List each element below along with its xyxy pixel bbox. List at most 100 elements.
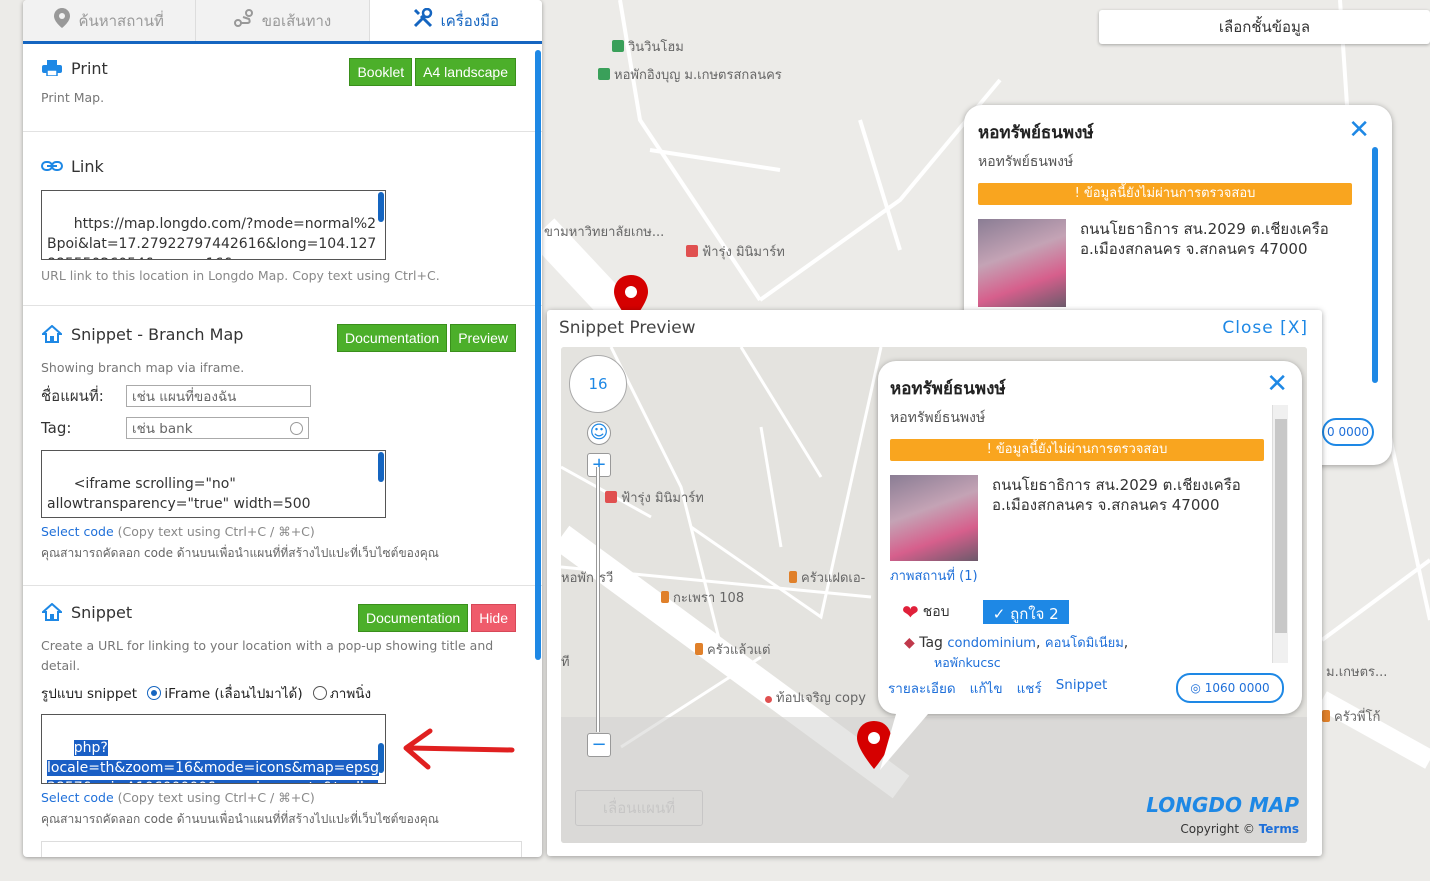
booklet-button[interactable]: Booklet [349,58,413,86]
tools-icon [413,7,433,33]
tab-tools[interactable]: เครื่องมือ [369,0,542,41]
branch-thai-note: คุณสามารถคัดลอก code ด้านบนเพื่อนำแผนที่… [41,546,439,560]
map-label-tophcharoen[interactable]: ท้อปเจริญ copy [765,687,866,708]
link-section: Link https://map.longdo.com/?mode=normal… [23,132,542,306]
place-photo[interactable] [978,219,1066,307]
map-label-kaset2[interactable]: ม.เกษตร... [1326,661,1387,682]
terms-link[interactable]: Terms [1259,822,1299,836]
pin-icon [54,8,71,33]
branch-documentation-button[interactable]: Documentation [337,324,448,352]
place-subtitle: หอทรัพย์ธนพงษ์ [890,410,986,426]
map-label-winwin[interactable]: วินวินโฮม [612,36,684,57]
heart-icon[interactable]: ❤ [902,600,919,624]
red-arrow-annotation [403,728,515,770]
preview-button[interactable]: Preview [450,324,516,352]
hide-button[interactable]: Hide [471,604,516,632]
tag-input[interactable]: เช่น bank [126,417,309,439]
tab-bar: ค้นหาสถานที่ ขอเส้นทาง เครื่องมือ [23,0,542,44]
map-label-kaphrao[interactable]: กะเพรา 108 [661,587,744,608]
link-icon [41,157,63,175]
close-icon[interactable]: ✕ [1348,117,1370,143]
popup-scrollbar[interactable] [1272,405,1288,663]
tag-link[interactable]: คอนโดมิเนียม [1045,636,1124,651]
phone-pill[interactable]: ◎ 1060 0000 [1176,673,1284,703]
tag-row: ◆ Tag condominium, คอนโดมิเนียม, หอพักku… [904,632,1290,673]
move-map-button[interactable]: เลื่อนแผนที่ [575,790,703,826]
select-code-link[interactable]: Select code [41,790,114,805]
unverified-warning: ! ข้อมูลนี้ยังไม่ผ่านการตรวจสอบ [978,183,1352,205]
print-section: Print Booklet A4 landscape Print Map. [23,44,542,132]
tab-label: เครื่องมือ [440,11,500,30]
home-icon [41,603,63,621]
snippet-title: Snippet [71,602,133,622]
branch-map-section: Snippet - Branch Map Documentation Previ… [23,306,542,586]
shop-icon [605,491,617,503]
close-icon[interactable]: ✕ [1266,371,1288,397]
longdo-logo: LONGDO MAP [1146,793,1299,817]
zoom-rail[interactable] [596,467,600,732]
layer-selector[interactable]: เลือกชั้นข้อมูล [1099,10,1430,44]
tag-link[interactable]: หอพักkucsc [934,653,1290,673]
building-icon [598,68,610,80]
like-row: ❤ ชอบ ✓ ถูกใจ 2 [902,600,1290,624]
edit-link[interactable]: แก้ไข [970,677,1003,699]
tab-label: ค้นหาสถานที่ [78,11,164,30]
scrollbar[interactable] [378,192,384,222]
phone-pill[interactable]: 0 0000 [1322,418,1374,446]
map-label-farung[interactable]: ฟ้ารุ่ง มินิมาร์ท [605,487,704,508]
printer-icon [41,59,63,77]
snippet-desc: Create a URL for linking to your locatio… [41,638,494,673]
share-link[interactable]: แชร์ [1017,677,1042,699]
clear-icon[interactable] [290,421,303,435]
link-url-textarea[interactable]: https://map.longdo.com/?mode=normal%2Bpo… [41,190,386,260]
place-photo[interactable] [890,475,978,561]
snippet-format-row: รูปแบบ snippet iFrame (เลื่อนไปมาได้) ภา… [41,682,522,704]
next-section-stub [41,841,522,857]
tab-search-place[interactable]: ค้นหาสถานที่ [23,0,197,41]
close-preview-button[interactable]: Close [X] [1222,318,1308,338]
select-code-link[interactable]: Select code [41,524,114,539]
popup-footer: รายละเอียด แก้ไข แชร์ Snippet [888,677,1107,699]
branch-code-textarea[interactable]: <iframe scrolling="no" allowtransparency… [41,450,386,518]
scrollbar[interactable] [1372,147,1378,383]
scrollbar[interactable] [378,452,384,482]
tag-label: Tag: [41,419,72,437]
map-label-kruanlaeo[interactable]: ครัวแล้วแต่ [695,639,770,660]
map-label-kruaphikho[interactable]: ครัวพี่โก้ [1322,706,1380,727]
detail-link[interactable]: รายละเอียด [888,677,956,699]
snippet-code-textarea[interactable]: php? locale=th&zoom=16&mode=icons&map=ep… [41,714,386,784]
route-icon [233,9,254,32]
map-label-farung[interactable]: ฟ้ารุ่ง มินิมาร์ท [686,241,785,262]
place-address: ถนนโยธาธิการ สน.2029 ต.เชียงเครือ อ.เมือ… [992,476,1241,514]
zoom-pan-control[interactable]: 16 [569,355,627,413]
tag-link[interactable]: condominium [947,636,1036,651]
map-label-rawi[interactable]: รวี [599,567,613,588]
preview-place-popup: หอทรัพย์ธนพงษ์ หอทรัพย์ธนพงษ์ ! ข้อมูลนี… [878,361,1302,714]
tab-label: ขอเส้นทาง [261,11,332,30]
map-label-hophak[interactable]: หอพัก [561,567,594,588]
snippet-documentation-button[interactable]: Documentation [358,604,469,632]
tab-route[interactable]: ขอเส้นทาง [196,0,370,41]
photo-link[interactable]: ภาพสถานที่ (1) [890,565,1290,586]
map-name-input[interactable]: เช่น แผนที่ของฉัน [126,385,311,407]
radio-image[interactable]: ภาพนิ่ง [312,686,371,702]
zoom-out-button[interactable]: − [587,733,611,757]
map-label-thi[interactable]: ที [561,651,570,672]
a4-landscape-button[interactable]: A4 landscape [415,58,516,86]
building-icon [612,40,624,52]
restaurant-icon [1322,710,1330,722]
map-label-kaset[interactable]: ขามหาวิทยาลัยเกษ... [544,221,664,242]
unverified-warning: ! ข้อมูลนี้ยังไม่ผ่านการตรวจสอบ [890,439,1264,461]
snippet-link[interactable]: Snippet [1056,677,1108,699]
scrollbar[interactable] [378,743,384,773]
streetview-icon[interactable]: ☺ [587,421,611,445]
panel-scrollbar[interactable] [535,50,541,660]
phone-icon: ◎ [1190,681,1201,695]
radio-iframe[interactable]: iFrame (เลื่อนไปมาได้) [147,686,303,702]
map-label-kruaflae[interactable]: ครัวแฝดเอ- [789,567,865,588]
like-button[interactable]: ✓ ถูกใจ 2 [982,600,1069,624]
snippet-preview-title: Snippet Preview [559,318,696,338]
place-address: ถนนโยธาธิการ สน.2029 ต.เชียงเครือ อ.เมือ… [1080,220,1329,258]
map-label-dorm[interactable]: หอพักอิงบุญ ม.เกษตรสกลนคร [598,64,782,85]
copy-hint: Select code (Copy text using Ctrl+C / ⌘+… [41,790,315,805]
